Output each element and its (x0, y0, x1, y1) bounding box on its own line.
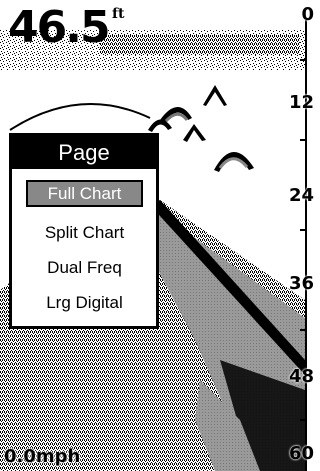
fish-arch-icon (214, 151, 254, 172)
depth-scale-label: 36 (288, 273, 314, 294)
fish-arch-icon (203, 85, 227, 106)
sonar-screen: 46.5 ft 0 12 24 36 48 60 0.0mph Page Ful… (0, 0, 320, 471)
speed-readout: 0.0mph (4, 446, 81, 467)
depth-unit: ft (112, 6, 125, 22)
depth-scale-label: 24 (288, 185, 314, 206)
surface-clutter-dense (100, 35, 300, 55)
menu-item-lrg-digital[interactable]: Lrg Digital (26, 289, 143, 316)
fish-arch-icon (183, 124, 206, 142)
depth-scale-label: 12 (288, 92, 314, 113)
thermocline-line (9, 103, 151, 131)
menu-item-full-chart[interactable]: Full Chart (26, 180, 143, 207)
depth-scale-label: 0 (301, 4, 314, 25)
fish-arch-icon (160, 106, 192, 123)
depth-readout: 46.5 (8, 2, 111, 53)
menu-item-split-chart[interactable]: Split Chart (26, 219, 143, 246)
depth-scale-label: 60 (288, 443, 314, 464)
fish-arch-icon (148, 119, 172, 132)
page-menu: Page Full Chart Split Chart Dual Freq Lr… (9, 133, 159, 329)
menu-title: Page (12, 136, 156, 169)
menu-item-dual-freq[interactable]: Dual Freq (26, 254, 143, 281)
depth-scale-label: 48 (288, 366, 314, 387)
